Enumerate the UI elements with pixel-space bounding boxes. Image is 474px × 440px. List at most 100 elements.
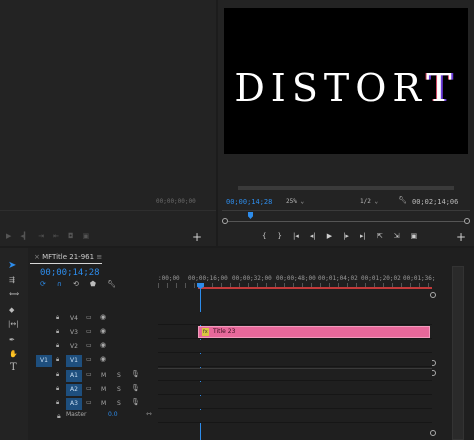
mark-out-icon[interactable]: } [277,232,281,240]
overwrite-icon[interactable]: ⇤ [53,232,59,240]
solo-button[interactable]: S [117,384,121,396]
track-target-v1[interactable]: V1 [66,355,82,367]
track-target-v2[interactable]: V2 [66,341,82,353]
work-area-bar[interactable] [198,287,432,289]
solo-button[interactable]: S [117,398,121,410]
lane-v1[interactable] [158,354,432,367]
zoom-select[interactable]: 25% ⌄ [286,198,304,205]
lane-v4[interactable] [158,312,432,325]
ripple-edit-tool-icon[interactable]: ⟺ [9,290,19,298]
selection-tool-icon[interactable]: ➤ [8,260,16,271]
play-icon[interactable]: ▶ [327,232,332,240]
snap-icon[interactable]: ∩ [57,280,62,288]
master-label: Master [66,411,87,418]
sync-lock-icon[interactable]: ▭ [86,356,92,363]
lock-icon[interactable]: 🔒︎ [57,412,61,421]
track-target-a1[interactable]: A1 [66,370,82,382]
title-text: DISTORT [234,66,458,110]
close-icon[interactable]: × [34,253,40,261]
lock-icon[interactable]: 🔒︎ [56,385,59,393]
step-forward-icon[interactable]: |▸ [343,232,349,240]
marker-icon[interactable]: ⬟ [90,280,96,288]
sync-lock-icon[interactable]: ▭ [86,385,92,392]
eye-icon[interactable]: ◉ [100,313,106,321]
pen-tool-icon[interactable]: ✒ [9,336,15,344]
source-patch-v1[interactable]: V1 [36,355,52,367]
microphone-icon[interactable]: 🎙︎ [131,370,140,378]
program-video-frame[interactable]: DISTORT [224,8,468,154]
sync-lock-icon[interactable]: ▭ [86,314,92,321]
mute-button[interactable]: M [101,384,106,396]
hand-tool-icon[interactable]: ✋ [9,350,18,358]
sync-lock-icon[interactable]: ▭ [86,371,92,378]
lane-v2[interactable] [158,340,432,353]
audio-scroll-handle-bottom[interactable] [430,430,436,436]
lift-icon[interactable]: ⇱ [377,232,383,240]
lane-a2[interactable] [158,382,432,395]
program-range-bar[interactable] [222,218,470,225]
export-frame-icon[interactable]: ◘ [68,232,74,240]
play-icon[interactable]: ▶ [6,232,11,240]
master-volume[interactable]: 0.0 [108,411,118,418]
track-target-v4[interactable]: V4 [66,313,82,325]
title-clip[interactable]: fx Title 23 [198,326,430,338]
timeline-timecode[interactable]: 00;00;14;28 [40,268,100,278]
step-back-icon[interactable]: ◂▎ [20,232,29,240]
sync-lock-icon[interactable]: ▭ [86,328,92,335]
razor-tool-icon[interactable]: ◆ [9,306,14,314]
lane-a3[interactable] [158,396,432,409]
nest-icon[interactable]: ⟳ [40,280,46,288]
go-to-out-icon[interactable]: ▸| [360,232,366,240]
go-to-in-icon[interactable]: |◂ [293,232,299,240]
eye-icon[interactable]: ◉ [100,327,106,335]
lock-icon[interactable]: 🔒︎ [56,328,59,336]
wrench-icon[interactable]: 🔧︎ [107,280,116,288]
eye-icon[interactable]: ◉ [100,341,106,349]
timeline-toolbar: ⟳ ∩ ⟲ ⬟ 🔧︎ [40,280,116,288]
microphone-icon[interactable]: 🎙︎ [131,398,140,406]
eye-icon[interactable]: ◉ [100,355,106,363]
sync-lock-icon[interactable]: ▭ [86,342,92,349]
mute-button[interactable]: M [101,398,106,410]
step-back-icon[interactable]: ◂| [310,232,316,240]
program-zoom-bar[interactable] [238,186,454,190]
video-scroll-handle-top[interactable] [430,292,436,298]
source-scrub-bar[interactable] [0,210,216,211]
extract-icon[interactable]: ⇲ [394,232,400,240]
resolution-select[interactable]: 1/2 ⌄ [360,198,378,205]
program-duration-timecode: 00;02;14;06 [412,198,459,206]
sync-lock-icon[interactable]: ▭ [86,399,92,406]
mute-button[interactable]: M [101,370,106,382]
clip-label: Title 23 [213,328,236,335]
program-current-timecode[interactable]: 00;00;14;28 [226,198,272,206]
camera-icon[interactable]: ▣ [83,232,90,240]
lock-icon[interactable]: 🔒︎ [56,314,59,322]
lock-icon[interactable]: 🔒︎ [56,399,59,407]
lane-a1[interactable] [158,368,432,381]
wrench-icon[interactable]: 🔧︎ [398,196,407,204]
mark-in-icon[interactable]: { [262,232,266,240]
track-target-v3[interactable]: V3 [66,327,82,339]
lane-master[interactable] [158,410,432,423]
track-target-a2[interactable]: A2 [66,384,82,396]
lock-icon[interactable]: 🔒︎ [56,356,59,364]
add-button-icon[interactable]: + [456,230,466,244]
lock-icon[interactable]: 🔒︎ [56,371,59,379]
range-end-handle[interactable] [464,218,470,224]
track-select-tool-icon[interactable]: ⇶ [9,276,15,284]
microphone-icon[interactable]: 🎙︎ [131,384,140,392]
slip-tool-icon[interactable]: |↔| [8,320,19,328]
lock-icon[interactable]: 🔒︎ [56,342,59,350]
type-tool-icon[interactable]: T [10,362,17,373]
chevron-down-icon: ⌄ [300,198,305,205]
insert-icon[interactable]: ⇥ [38,232,44,240]
add-button-icon[interactable]: + [192,230,202,244]
menu-icon[interactable]: ≡ [96,253,102,261]
camera-icon[interactable]: ▣ [411,232,418,240]
master-expand-icon[interactable]: ⇿ [146,410,152,418]
video-track-header: 🔒︎ V2 ▭ ◉ [30,341,158,354]
sequence-tab[interactable]: × MFTitle 21-961 ≡ [34,253,102,261]
track-target-a3[interactable]: A3 [66,398,82,410]
linked-selection-icon[interactable]: ⟲ [73,280,79,288]
solo-button[interactable]: S [117,370,121,382]
